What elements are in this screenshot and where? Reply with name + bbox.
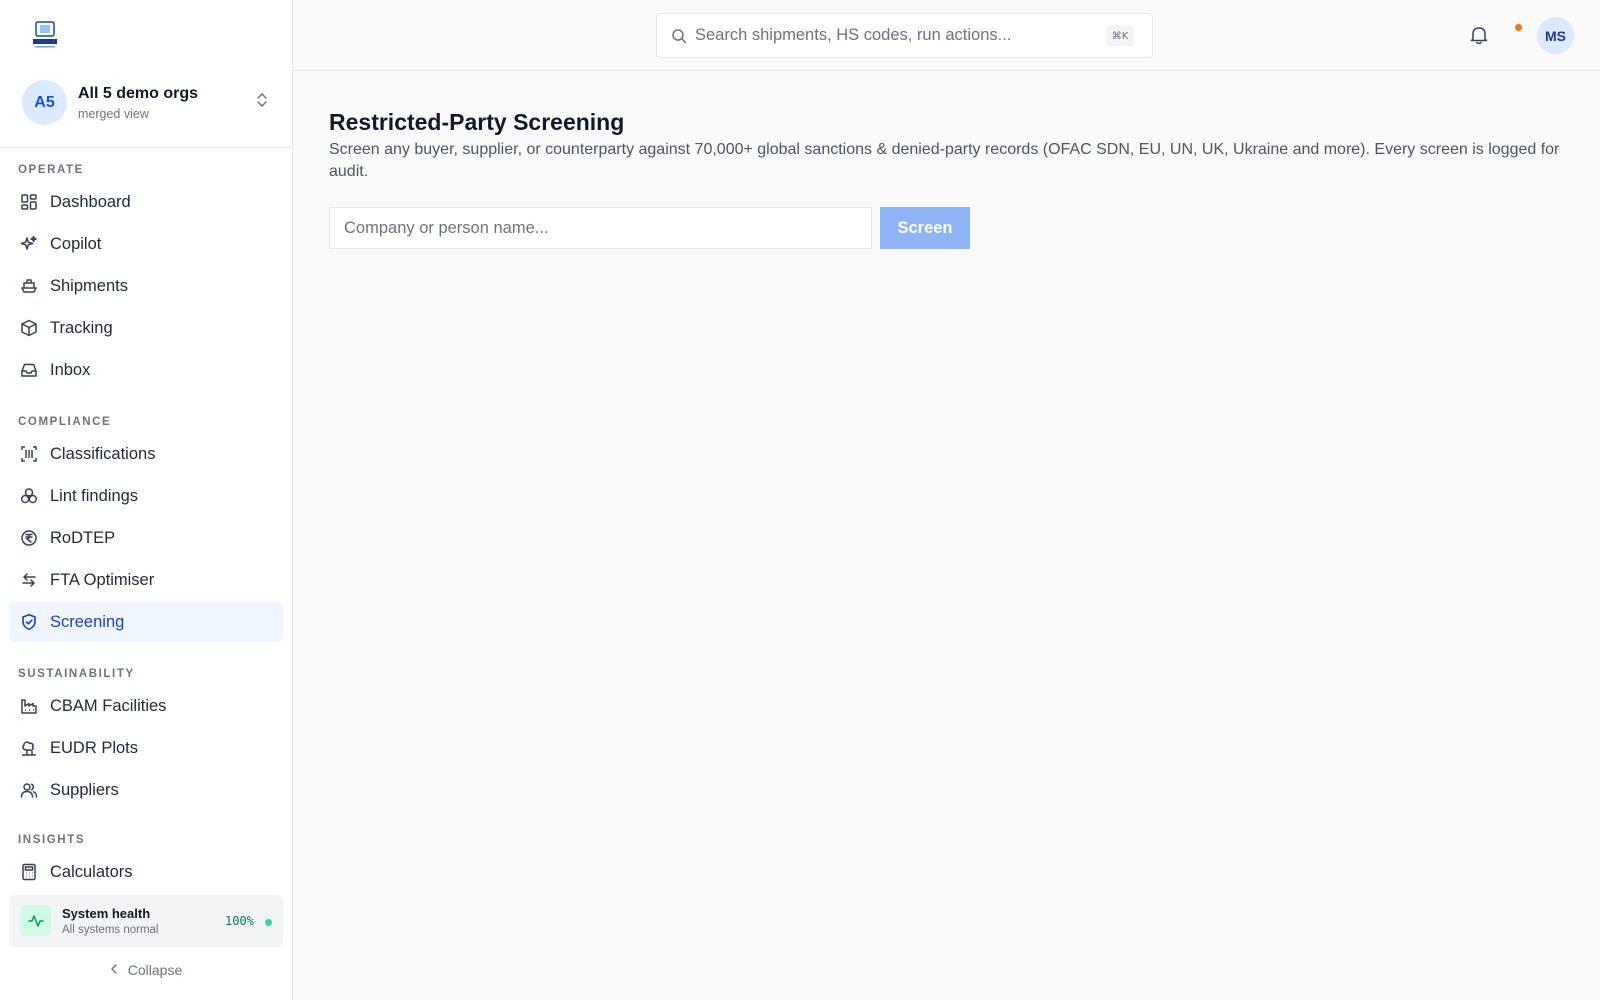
- inbox-icon: [20, 361, 38, 379]
- collapse-label: Collapse: [127, 962, 183, 978]
- search-icon: [671, 28, 687, 44]
- section-operate: OPERATE: [18, 164, 84, 176]
- sidebar-item-classifications[interactable]: Classifications: [9, 434, 283, 474]
- users-icon: [20, 781, 38, 799]
- sidebar-item-label: FTA Optimiser: [50, 570, 155, 589]
- chevron-up-down-icon: [254, 90, 270, 110]
- sidebar-item-lint-findings[interactable]: Lint findings: [9, 476, 283, 516]
- sidebar-item-label: Copilot: [50, 234, 102, 253]
- sidebar-item-label: RoDTEP: [50, 528, 116, 547]
- sidebar-item-copilot[interactable]: Copilot: [9, 224, 283, 264]
- bell-icon[interactable]: [1468, 24, 1490, 46]
- health-subtitle: All systems normal: [62, 924, 159, 936]
- chevron-left-icon: [110, 963, 118, 978]
- sidebar-nav: OPERATE Dashboard Copilot Shipments Trac…: [0, 150, 292, 881]
- keyboard-shortcut-badge: ⌘K: [1106, 26, 1134, 46]
- status-dot: [265, 919, 272, 926]
- sidebar-item-label: Lint findings: [50, 486, 139, 505]
- party-name-input[interactable]: [329, 207, 872, 249]
- sidebar-item-label: Calculators: [50, 862, 133, 881]
- sidebar-item-suppliers[interactable]: Suppliers: [9, 770, 283, 810]
- top-bar: ⌘K MS: [293, 0, 1600, 71]
- sparkles-icon: [20, 235, 38, 253]
- sidebar-item-label: Tracking: [50, 318, 113, 337]
- system-health-card[interactable]: System health All systems normal 100%: [9, 895, 283, 947]
- sidebar-item-label: CBAM Facilities: [50, 696, 167, 715]
- sidebar-item-screening[interactable]: Screening: [9, 602, 283, 642]
- sidebar-item-fta-optimiser[interactable]: FTA Optimiser: [9, 560, 283, 600]
- notification-dot: [1515, 24, 1522, 31]
- app-logo[interactable]: [30, 20, 60, 50]
- sidebar-item-tracking[interactable]: Tracking: [9, 308, 283, 348]
- sidebar-item-inbox[interactable]: Inbox: [9, 350, 283, 390]
- org-avatar: A5: [22, 80, 67, 125]
- sidebar-item-eudr-plots[interactable]: EUDR Plots: [9, 728, 283, 768]
- shield-check-icon: [20, 613, 38, 631]
- biohazard-icon: [20, 487, 38, 505]
- ship-icon: [20, 277, 38, 295]
- screen-button[interactable]: Screen: [880, 207, 970, 249]
- rupee-circle-icon: [20, 529, 38, 547]
- arrows-exchange-icon: [20, 571, 38, 589]
- health-percentage: 100%: [225, 914, 254, 928]
- sidebar-item-label: Shipments: [50, 276, 128, 295]
- barcode-scan-icon: [20, 445, 38, 463]
- org-switcher[interactable]: A5 All 5 demo orgs merged view: [0, 74, 292, 148]
- trees-icon: [20, 739, 38, 757]
- sidebar: A5 All 5 demo orgs merged view OPERATE D…: [0, 0, 293, 1000]
- calculator-icon: [20, 863, 38, 881]
- user-avatar[interactable]: MS: [1537, 17, 1574, 54]
- activity-icon: [20, 905, 51, 936]
- sidebar-item-label: Dashboard: [50, 192, 131, 211]
- search-input[interactable]: [695, 14, 1095, 57]
- sidebar-item-calculators[interactable]: Calculators: [9, 852, 283, 881]
- dashboard-icon: [20, 193, 38, 211]
- org-name: All 5 demo orgs: [78, 85, 199, 102]
- main-content: Restricted-Party Screening Screen any bu…: [293, 71, 1600, 1000]
- sidebar-item-shipments[interactable]: Shipments: [9, 266, 283, 306]
- sidebar-item-label: Suppliers: [50, 780, 119, 799]
- global-search[interactable]: ⌘K: [656, 13, 1153, 58]
- sidebar-item-label: Screening: [50, 612, 125, 631]
- sidebar-item-label: Classifications: [50, 444, 156, 463]
- page-title: Restricted-Party Screening: [329, 109, 625, 135]
- collapse-button[interactable]: Collapse: [0, 960, 292, 980]
- section-insights: INSIGHTS: [18, 834, 86, 846]
- sidebar-item-label: EUDR Plots: [50, 738, 139, 757]
- org-subtitle: merged view: [78, 107, 149, 121]
- sidebar-item-rodtep[interactable]: RoDTEP: [9, 518, 283, 558]
- sidebar-item-dashboard[interactable]: Dashboard: [9, 182, 283, 222]
- health-title: System health: [62, 906, 151, 921]
- sidebar-item-label: Inbox: [50, 360, 91, 379]
- page-description: Screen any buyer, supplier, or counterpa…: [329, 141, 1560, 180]
- package-icon: [20, 319, 38, 337]
- sidebar-item-cbam-facilities[interactable]: CBAM Facilities: [9, 686, 283, 726]
- section-sustainability: SUSTAINABILITY: [18, 668, 135, 680]
- section-compliance: COMPLIANCE: [18, 416, 112, 428]
- factory-icon: [20, 697, 38, 715]
